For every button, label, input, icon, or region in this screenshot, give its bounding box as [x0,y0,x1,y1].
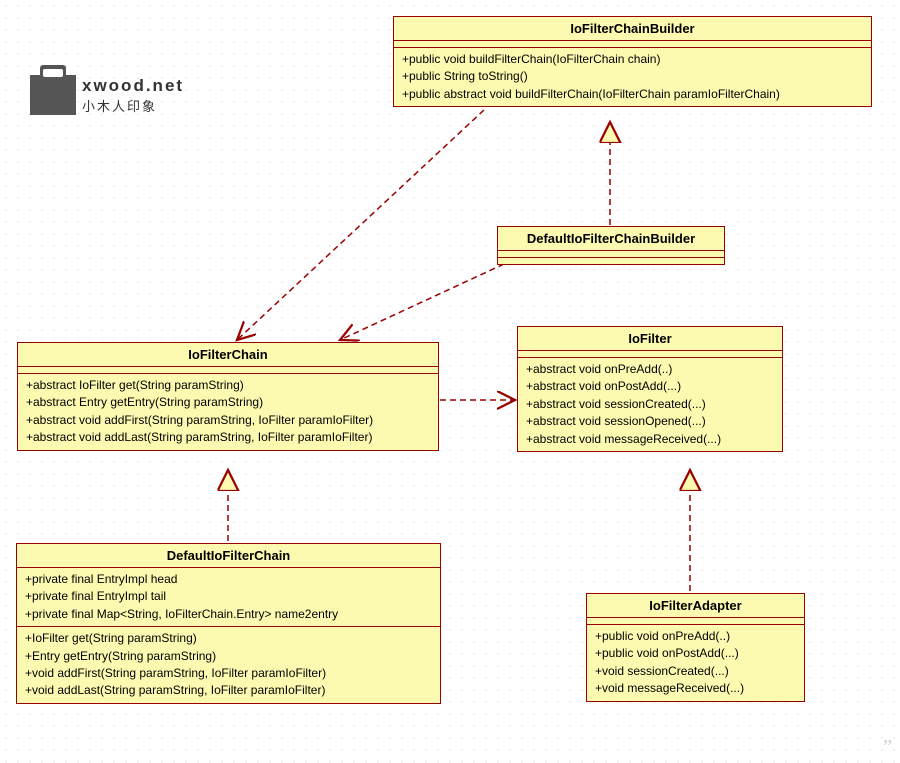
method-row: +abstract void onPostAdd(...) [526,378,774,395]
attributes-section [587,618,804,625]
methods-section: +abstract IoFilter get(String paramStrin… [18,374,438,450]
method-row: +public void buildFilterChain(IoFilterCh… [402,51,863,68]
method-row: +void addLast(String paramString, IoFilt… [25,682,432,699]
method-row: +IoFilter get(String paramString) [25,630,432,647]
method-row: +abstract Entry getEntry(String paramStr… [26,394,430,411]
method-row: +abstract void addFirst(String paramStri… [26,412,430,429]
class-io-filter: IoFilter +abstract void onPreAdd(..) +ab… [517,326,783,452]
method-row: +abstract void messageReceived(...) [526,431,774,448]
attributes-section [518,351,782,358]
attributes-section [498,251,724,258]
methods-section [498,258,724,264]
methods-section: +public void buildFilterChain(IoFilterCh… [394,48,871,106]
method-row: +abstract void sessionCreated(...) [526,396,774,413]
attribute-row: +private final EntryImpl tail [25,588,432,605]
method-row: +public abstract void buildFilterChain(I… [402,86,863,103]
method-row: +public void onPreAdd(..) [595,628,796,645]
methods-section: +IoFilter get(String paramString) +Entry… [17,627,440,703]
class-default-io-filter-chain-builder: DefaultIoFilterChainBuilder [497,226,725,265]
class-title: IoFilter [518,327,782,351]
class-title: IoFilterChainBuilder [394,17,871,41]
class-default-io-filter-chain: DefaultIoFilterChain +private final Entr… [16,543,441,704]
method-row: +public void onPostAdd(...) [595,645,796,662]
class-title: IoFilterAdapter [587,594,804,618]
method-row: +public String toString() [402,68,863,85]
robot-icon [30,75,76,115]
method-row: +abstract void sessionOpened(...) [526,413,774,430]
attributes-section [18,367,438,374]
method-row: +abstract void onPreAdd(..) [526,361,774,378]
class-io-filter-adapter: IoFilterAdapter +public void onPreAdd(..… [586,593,805,702]
class-title: DefaultIoFilterChain [17,544,440,568]
methods-section: +public void onPreAdd(..) +public void o… [587,625,804,701]
class-title: DefaultIoFilterChainBuilder [498,227,724,251]
attributes-section: +private final EntryImpl head +private f… [17,568,440,627]
class-io-filter-chain-builder: IoFilterChainBuilder +public void buildF… [393,16,872,107]
attribute-row: +private final Map<String, IoFilterChain… [25,606,432,623]
methods-section: +abstract void onPreAdd(..) +abstract vo… [518,358,782,451]
logo-line2: 小木人印象 [82,96,184,115]
attributes-section [394,41,871,48]
method-row: +void messageReceived(...) [595,680,796,697]
class-title: IoFilterChain [18,343,438,367]
logo-line1: xwood.net [82,76,184,96]
logo: xwood.net 小木人印象 [30,75,184,115]
method-row: +abstract void addLast(String paramStrin… [26,429,430,446]
method-row: +void addFirst(String paramString, IoFil… [25,665,432,682]
method-row: +void sessionCreated(...) [595,663,796,680]
class-io-filter-chain: IoFilterChain +abstract IoFilter get(Str… [17,342,439,451]
attribute-row: +private final EntryImpl head [25,571,432,588]
method-row: +abstract IoFilter get(String paramStrin… [26,377,430,394]
logo-text: xwood.net 小木人印象 [82,76,184,115]
method-row: +Entry getEntry(String paramString) [25,648,432,665]
